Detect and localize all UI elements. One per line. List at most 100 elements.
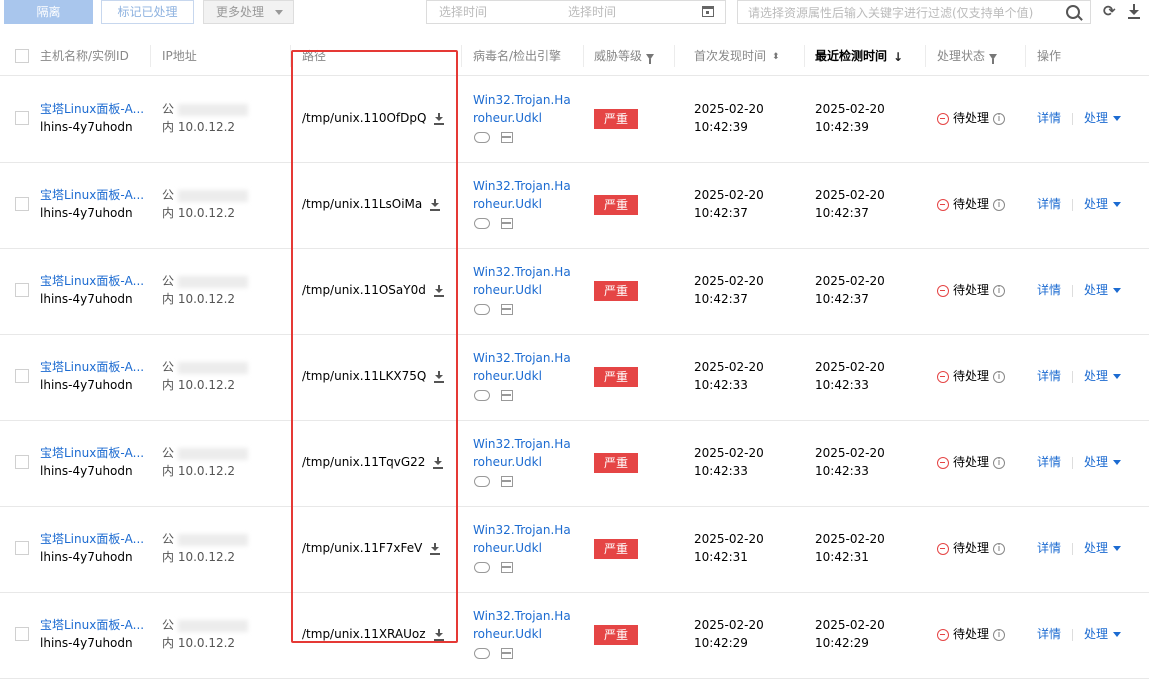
virus-name-link[interactable]: Win32.Trojan.Ha <box>473 521 571 539</box>
table-row[interactable]: 宝塔Linux面板-A... lhins-4y7uhodn 公 内 10.0.1… <box>0 592 1149 679</box>
server-icon[interactable] <box>501 390 513 401</box>
virus-name-link-line2[interactable]: roheur.Udkl <box>473 281 542 299</box>
isolate-button[interactable]: 隔离 <box>4 0 93 24</box>
row-checkbox[interactable] <box>15 541 29 555</box>
more-actions-dropdown[interactable]: 更多处理 <box>203 0 294 24</box>
host-name-link[interactable]: 宝塔Linux面板-A... <box>40 616 144 634</box>
info-icon[interactable]: i <box>993 284 1006 297</box>
cloud-engine-icon[interactable] <box>474 132 490 143</box>
cloud-engine-icon[interactable] <box>474 476 490 487</box>
table-row[interactable]: 宝塔Linux面板-A... lhins-4y7uhodn 公 内 10.0.1… <box>0 334 1149 421</box>
select-all-checkbox[interactable] <box>15 49 29 63</box>
table-row[interactable]: 宝塔Linux面板-A... lhins-4y7uhodn 公 内 10.0.1… <box>0 506 1149 593</box>
server-icon[interactable] <box>501 218 513 229</box>
detail-link[interactable]: 详情 <box>1037 539 1061 557</box>
handle-dropdown[interactable]: 处理 <box>1084 453 1122 471</box>
virus-name-link[interactable]: Win32.Trojan.Ha <box>473 263 571 281</box>
virus-name-link-line2[interactable]: roheur.Udkl <box>473 109 542 127</box>
download-icon[interactable] <box>430 198 441 211</box>
handle-dropdown[interactable]: 处理 <box>1084 281 1122 299</box>
search-icon[interactable] <box>1066 5 1080 19</box>
table-row[interactable]: 宝塔Linux面板-A... lhins-4y7uhodn 公 内 10.0.1… <box>0 420 1149 507</box>
threat-level-badge: 严重 <box>594 195 638 215</box>
virus-name-link-line2[interactable]: roheur.Udkl <box>473 539 542 557</box>
col-threat[interactable]: 威胁等级 <box>594 37 655 75</box>
virus-name-link-line2[interactable]: roheur.Udkl <box>473 625 542 643</box>
server-icon[interactable] <box>501 476 513 487</box>
filter-icon[interactable] <box>989 53 998 64</box>
download-icon[interactable] <box>433 628 444 641</box>
row-checkbox[interactable] <box>15 197 29 211</box>
info-icon[interactable]: i <box>993 112 1006 125</box>
server-icon[interactable] <box>501 132 513 143</box>
virus-name-link[interactable]: Win32.Trojan.Ha <box>473 607 571 625</box>
detail-link[interactable]: 详情 <box>1037 281 1061 299</box>
download-icon[interactable] <box>434 370 445 383</box>
cloud-engine-icon[interactable] <box>474 562 490 573</box>
column-divider <box>290 45 291 67</box>
virus-name-link[interactable]: Win32.Trojan.Ha <box>473 435 571 453</box>
row-checkbox[interactable] <box>15 627 29 641</box>
row-checkbox[interactable] <box>15 111 29 125</box>
cloud-engine-icon[interactable] <box>474 390 490 401</box>
date-start-input[interactable]: 选择时间 <box>439 3 487 20</box>
col-last-checked[interactable]: 最近检测时间 ↓ <box>815 37 903 75</box>
virus-name-link[interactable]: Win32.Trojan.Ha <box>473 349 571 367</box>
search-input[interactable]: 请选择资源属性后输入关键字进行过滤(仅支持单个值) <box>737 0 1091 24</box>
row-checkbox[interactable] <box>15 369 29 383</box>
info-icon[interactable]: i <box>993 456 1006 469</box>
refresh-icon[interactable]: ⟳ <box>1103 3 1117 19</box>
host-name-link[interactable]: 宝塔Linux面板-A... <box>40 358 144 376</box>
cloud-engine-icon[interactable] <box>474 648 490 659</box>
col-status[interactable]: 处理状态 <box>937 37 998 75</box>
cloud-engine-icon[interactable] <box>474 304 490 315</box>
detail-link[interactable]: 详情 <box>1037 367 1061 385</box>
detail-link[interactable]: 详情 <box>1037 195 1061 213</box>
detail-link[interactable]: 详情 <box>1037 625 1061 643</box>
mark-processed-button[interactable]: 标记已处理 <box>101 0 194 24</box>
date-range-picker[interactable]: 选择时间 选择时间 <box>426 0 726 24</box>
server-icon[interactable] <box>501 304 513 315</box>
handle-dropdown[interactable]: 处理 <box>1084 367 1122 385</box>
filter-icon[interactable] <box>646 53 655 64</box>
handle-dropdown[interactable]: 处理 <box>1084 625 1122 643</box>
row-checkbox[interactable] <box>15 455 29 469</box>
host-name-link[interactable]: 宝塔Linux面板-A... <box>40 100 144 118</box>
sort-down-icon[interactable]: ↓ <box>893 38 903 76</box>
download-icon[interactable] <box>434 112 445 125</box>
detail-link[interactable]: 详情 <box>1037 453 1061 471</box>
host-name-link[interactable]: 宝塔Linux面板-A... <box>40 186 144 204</box>
host-name-link[interactable]: 宝塔Linux面板-A... <box>40 530 144 548</box>
info-icon[interactable]: i <box>993 542 1006 555</box>
virus-name-link-line2[interactable]: roheur.Udkl <box>473 195 542 213</box>
download-icon[interactable] <box>433 456 444 469</box>
handle-dropdown[interactable]: 处理 <box>1084 109 1122 127</box>
row-checkbox[interactable] <box>15 283 29 297</box>
date-end-input[interactable]: 选择时间 <box>568 3 616 20</box>
host-name-link[interactable]: 宝塔Linux面板-A... <box>40 444 144 462</box>
col-first-found[interactable]: 首次发现时间 ⬍ <box>694 37 780 75</box>
download-icon[interactable] <box>1128 3 1140 19</box>
host-name-link[interactable]: 宝塔Linux面板-A... <box>40 272 144 290</box>
table-row[interactable]: 宝塔Linux面板-A... lhins-4y7uhodn 公 内 10.0.1… <box>0 248 1149 335</box>
handle-dropdown[interactable]: 处理 <box>1084 195 1122 213</box>
server-icon[interactable] <box>501 562 513 573</box>
table-row[interactable]: 宝塔Linux面板-A... lhins-4y7uhodn 公 内 10.0.1… <box>0 76 1149 163</box>
virus-name-link[interactable]: Win32.Trojan.Ha <box>473 177 571 195</box>
virus-name-link[interactable]: Win32.Trojan.Ha <box>473 91 571 109</box>
file-path-text: /tmp/unix.11XRAUoz <box>302 627 426 641</box>
info-icon[interactable]: i <box>993 198 1006 211</box>
info-icon[interactable]: i <box>993 628 1006 641</box>
sort-icon[interactable]: ⬍ <box>772 38 780 76</box>
download-icon[interactable] <box>430 542 441 555</box>
calendar-icon[interactable] <box>702 6 714 17</box>
virus-name-link-line2[interactable]: roheur.Udkl <box>473 453 542 471</box>
handle-dropdown[interactable]: 处理 <box>1084 539 1122 557</box>
info-icon[interactable]: i <box>993 370 1006 383</box>
detail-link[interactable]: 详情 <box>1037 109 1061 127</box>
download-icon[interactable] <box>433 284 444 297</box>
server-icon[interactable] <box>501 648 513 659</box>
cloud-engine-icon[interactable] <box>474 218 490 229</box>
virus-name-link-line2[interactable]: roheur.Udkl <box>473 367 542 385</box>
table-row[interactable]: 宝塔Linux面板-A... lhins-4y7uhodn 公 内 10.0.1… <box>0 162 1149 249</box>
